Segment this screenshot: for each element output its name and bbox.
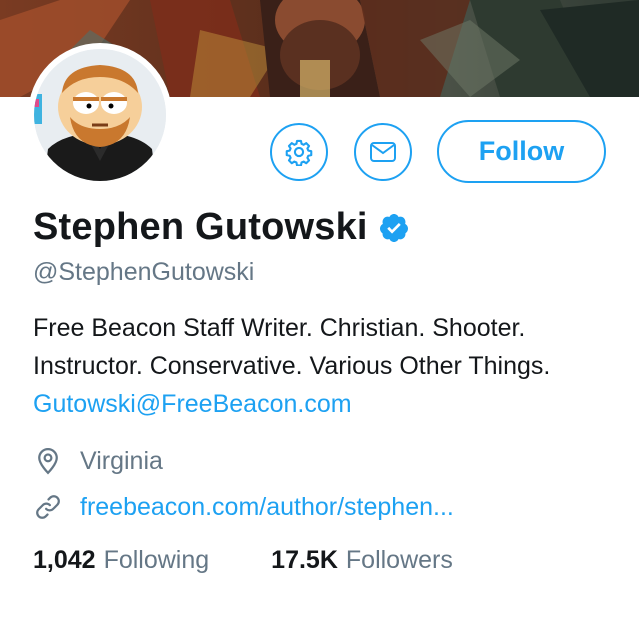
following-label: Following (103, 546, 210, 574)
followers-label: Followers (345, 546, 453, 574)
avatar-image (34, 49, 166, 181)
bio-email-link[interactable]: Gutowski@FreeBeacon.com (33, 390, 352, 418)
location-pin-icon (33, 446, 63, 476)
follow-button[interactable]: Follow (437, 120, 606, 183)
profile-website[interactable]: freebeacon.com/author/stephen... (33, 492, 454, 522)
bio-text: Free Beacon Staff Writer. Christian. Sho… (33, 314, 551, 380)
gear-icon (285, 139, 313, 166)
link-icon (33, 492, 63, 522)
following-count: 1,042 (33, 546, 96, 574)
envelope-icon (370, 142, 396, 162)
verified-badge-icon (378, 212, 410, 244)
profile-handle: @StephenGutowski (33, 258, 255, 286)
profile-name: Stephen Gutowski (33, 206, 368, 248)
settings-button[interactable] (270, 123, 328, 181)
message-button[interactable] (354, 123, 412, 181)
followers-count: 17.5K (271, 546, 338, 574)
location-text: Virginia (80, 446, 163, 475)
profile-stats: 1,042 Following 17.5K Followers (33, 546, 453, 575)
followers-stat[interactable]: 17.5K Followers (271, 546, 453, 575)
profile-bio: Free Beacon Staff Writer. Christian. Sho… (33, 309, 613, 423)
following-stat[interactable]: 1,042 Following (33, 546, 209, 575)
website-link[interactable]: freebeacon.com/author/stephen... (80, 493, 454, 522)
profile-location: Virginia (33, 446, 163, 476)
profile-name-row: Stephen Gutowski (33, 206, 410, 249)
profile-avatar[interactable] (28, 43, 172, 187)
